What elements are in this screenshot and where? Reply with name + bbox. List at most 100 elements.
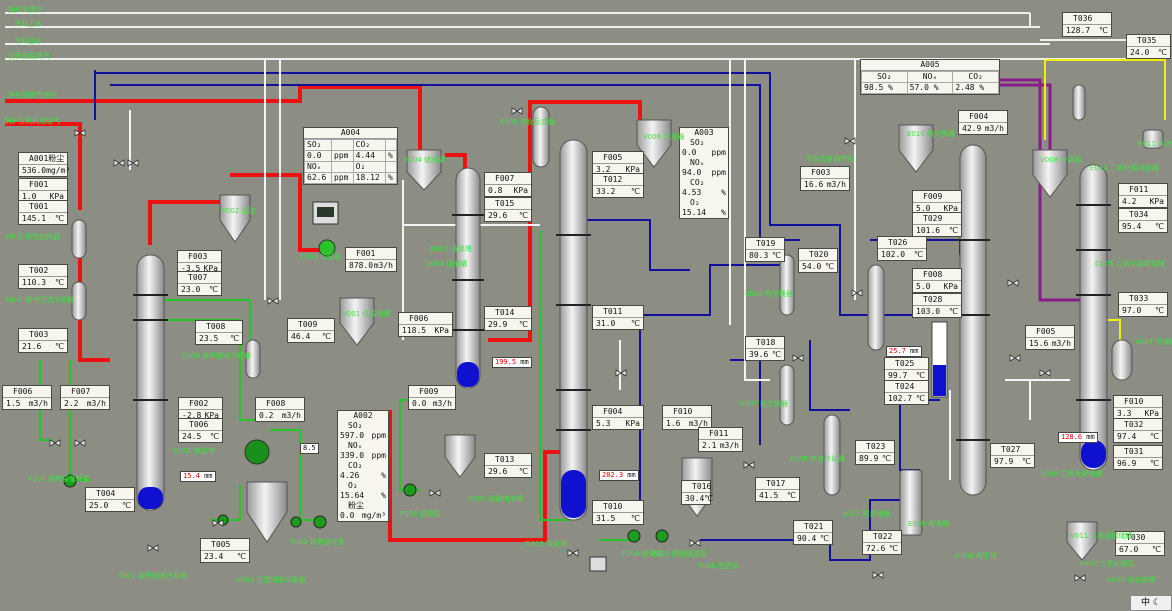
readout-f011[interactable]: F011 2.1 m3/h	[698, 427, 743, 452]
readout-t002[interactable]: T002 110.3 ℃	[18, 264, 68, 289]
readout-t019[interactable]: T019 80.3 ℃	[745, 237, 785, 262]
readout-tag: T004	[86, 488, 134, 500]
level-indicator-d003: 282.3 mm	[599, 470, 639, 481]
readout-f009[interactable]: F009 0.0 m3/h	[408, 385, 456, 410]
readout-t028[interactable]: T028 103.0 ℃	[912, 293, 962, 318]
readout-value: 5.0	[916, 282, 931, 291]
readout-tag: T001	[19, 201, 67, 213]
readout-unit: ℃	[631, 514, 640, 523]
equipment-label: V012 贫液储罐	[842, 510, 891, 518]
readout-t031[interactable]: T031 96.9 ℃	[1113, 445, 1163, 470]
readout-value: 21.6	[22, 342, 42, 351]
readout-t034[interactable]: T034 95.4 ℃	[1118, 208, 1168, 233]
readout-unit: ℃	[820, 534, 829, 543]
readout-tag: T019	[746, 238, 784, 250]
readout-value: 4.2	[1122, 197, 1137, 206]
readout-value: 96.9	[1117, 459, 1137, 468]
readout-unit: ℃	[1158, 48, 1167, 57]
analyzer-a002[interactable]: A002 SO₂ 597.0 ppm NOₓ 339.0 ppm CO₂ 4.26%…	[337, 410, 389, 522]
readout-f008[interactable]: F008 0.2 m3/h	[255, 397, 305, 422]
readout-value: 39.6	[749, 350, 769, 359]
readout-unit: ℃	[519, 211, 528, 220]
readout-t008[interactable]: T008 23.5 ℃	[195, 320, 243, 345]
readout-value: 16.6	[804, 180, 824, 189]
equipment-label: E009 再沸器	[908, 520, 950, 528]
readout-t027[interactable]: T027 97.9 ℃	[990, 443, 1035, 468]
readout-t007[interactable]: T007 23.0 ℃	[177, 271, 222, 296]
analyzer-a005[interactable]: A005 SO₂ NOₓ CO₂ 98.5 % 57.0 % 2.48 %	[860, 59, 1000, 95]
readout-value: 67.0	[1119, 545, 1139, 554]
readout-t020[interactable]: T020 54.0 ℃	[798, 248, 838, 273]
readout-tag: F008	[256, 398, 304, 410]
readout-t018[interactable]: T018 39.6 ℃	[745, 336, 785, 361]
analyzer-a003[interactable]: A003 SO₂ 0.0 ppm NOₓ 94.0 ppm CO₂ 4.53% O₂…	[679, 127, 729, 219]
readout-tag: F005	[1026, 326, 1074, 338]
readout-f005b[interactable]: F005 15.6 m3/h	[1025, 325, 1075, 350]
readout-tag: T022	[863, 531, 901, 543]
readout-t022[interactable]: T022 72.6 ℃	[862, 530, 902, 555]
readout-value: 536.0	[22, 166, 47, 175]
readout-unit: ℃	[772, 251, 781, 260]
readout-unit: ℃	[519, 320, 528, 329]
readout-t010[interactable]: T010 31.5 ℃	[592, 500, 644, 525]
readout-t011[interactable]: T011 31.0 ℃	[592, 305, 644, 330]
readout-a001[interactable]: A001粉尘 536.0 mg/m³	[18, 152, 70, 177]
readout-t003[interactable]: T003 21.6 ℃	[18, 328, 68, 353]
readout-t013[interactable]: T013 29.6 ℃	[484, 453, 532, 478]
analyzer-a004[interactable]: A004 SO₂ CO₂ 0.0 ppm 4.44% NOₓ O₂ 62.6 ppm 18.…	[303, 127, 398, 185]
readout-t029[interactable]: T029 101.6 ℃	[912, 212, 962, 237]
readout-tag: T023	[856, 441, 894, 453]
line-label-boiler-steam: 锅炉来蒸汽	[8, 6, 43, 14]
readout-tag: T014	[485, 307, 531, 319]
readout-value: 30.4	[685, 494, 705, 503]
line-label-cooling-supply: 冷却上水	[14, 20, 42, 28]
readout-t035[interactable]: T035 24.0 ℃	[1126, 34, 1171, 59]
readout-f004b[interactable]: F004 42.9 m3/h	[958, 110, 1008, 135]
readout-f006[interactable]: F006 1.5 m3/h	[2, 385, 52, 410]
readout-t006[interactable]: T006 24.5 ℃	[178, 418, 223, 443]
readout-t025[interactable]: T025 99.7 ℃	[884, 357, 929, 382]
readout-t023[interactable]: T023 89.9 ℃	[855, 440, 895, 465]
readout-value: 23.5	[199, 334, 219, 343]
readout-unit: ℃	[55, 214, 64, 223]
readout-t009[interactable]: T009 46.4 ℃	[287, 318, 335, 343]
equipment-label: V009 二氧化碳储罐	[1040, 470, 1103, 478]
readout-t032[interactable]: T032 97.4 ℃	[1113, 418, 1163, 443]
readout-f001b[interactable]: F001 878.0 m3/h	[345, 247, 397, 272]
readout-t005[interactable]: T005 23.4 ℃	[200, 538, 250, 563]
readout-f011b[interactable]: F011 4.2 KPa	[1118, 183, 1168, 208]
readout-tag: T031	[1114, 446, 1162, 458]
readout-t016[interactable]: T016 30.4 ℃	[681, 480, 713, 505]
readout-value: 31.0	[596, 319, 616, 328]
readout-value: 29.9	[488, 320, 508, 329]
readout-f008b[interactable]: F008 5.0 KPa	[912, 268, 962, 293]
readout-tag: T025	[885, 358, 928, 370]
readout-f007b[interactable]: F007 0.8 KPa	[484, 172, 532, 197]
readout-t026[interactable]: T026 102.0 ℃	[877, 236, 927, 261]
readout-f010b[interactable]: F010 3.3 KPa	[1113, 395, 1163, 420]
equipment-label: D001 除尘塔	[173, 447, 215, 455]
readout-t001[interactable]: T001 145.1 ℃	[18, 200, 68, 225]
readout-unit: ℃	[631, 319, 640, 328]
readout-tag: T036	[1063, 13, 1111, 25]
readout-t017[interactable]: T017 41.5 ℃	[755, 477, 800, 502]
readout-tag: T028	[913, 294, 961, 306]
readout-f003b[interactable]: F003 16.6 m3/h	[800, 166, 850, 191]
readout-t015[interactable]: T015 29.6 ℃	[484, 197, 532, 222]
readout-t021[interactable]: T021 90.4 ℃	[793, 520, 833, 545]
readout-t004[interactable]: T004 25.0 ℃	[85, 487, 135, 512]
equipment-label: V003 沉淀储液分离器	[236, 576, 306, 584]
readout-t014[interactable]: T014 29.9 ℃	[484, 306, 532, 331]
line-label-boiler-flue: 锅炉引风机烟道气	[4, 117, 60, 125]
readout-t036[interactable]: T036 128.7 ℃	[1062, 12, 1112, 37]
readout-f006b[interactable]: F006 118.5 KPa	[398, 312, 453, 337]
equipment-label: E011 水汽冷却器	[1138, 140, 1172, 148]
readout-f004[interactable]: F004 5.3 KPa	[592, 405, 644, 430]
readout-f007[interactable]: F007 2.2 m3/h	[60, 385, 110, 410]
readout-t024[interactable]: T024 102.7 ℃	[884, 380, 929, 405]
readout-t033[interactable]: T033 97.0 ℃	[1118, 292, 1168, 317]
readout-unit: KPa	[1149, 197, 1164, 206]
readout-value: 0.0	[412, 399, 427, 408]
readout-t012[interactable]: T012 33.2 ℃	[592, 173, 644, 198]
ime-tray[interactable]: 中 ☾	[1130, 595, 1172, 611]
